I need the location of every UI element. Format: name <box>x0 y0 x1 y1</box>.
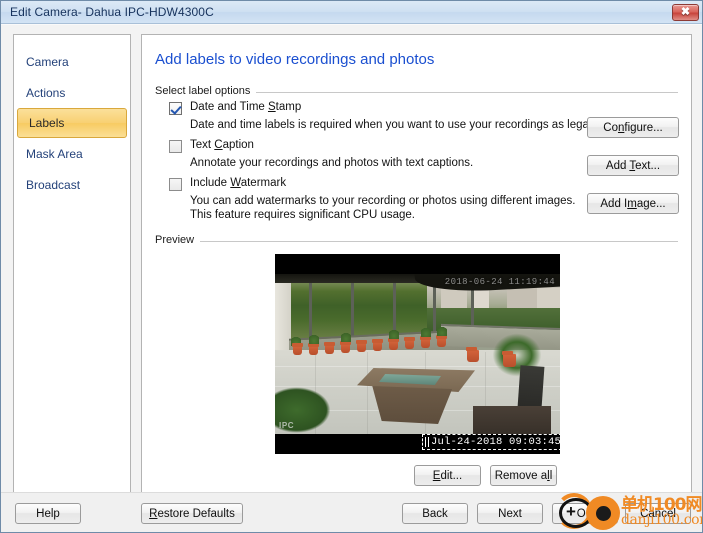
add-image-button-label: Add Image... <box>600 197 666 210</box>
options-group-divider <box>234 92 678 93</box>
back-button-label: Back <box>422 507 448 520</box>
potted-plant <box>437 326 447 336</box>
sidebar-item-label: Actions <box>26 85 66 100</box>
preview-group-label: Preview <box>155 234 201 246</box>
sidebar-item-camera[interactable]: Camera <box>15 46 129 77</box>
flower-pot <box>420 336 431 348</box>
cancel-button-label: Cancel <box>640 507 676 520</box>
flower-pot <box>292 343 303 355</box>
flower-pot <box>356 340 367 352</box>
preview-group-divider <box>200 241 678 242</box>
building-4 <box>537 288 560 308</box>
next-button[interactable]: Next <box>477 503 543 524</box>
edit-button[interactable]: Edit... <box>414 465 481 486</box>
footer-bar: Help Restore Defaults Back Next OK Cance… <box>1 492 702 532</box>
sidebar-item-labels[interactable]: Labels <box>17 108 127 138</box>
flower-pot <box>324 342 335 354</box>
ok-button-label: OK <box>576 507 594 520</box>
flower-pot <box>372 339 383 351</box>
potted-plant <box>421 327 431 337</box>
patio-chair <box>517 365 545 409</box>
configure-button-label: Configure... <box>603 121 663 134</box>
cancel-button[interactable]: Cancel <box>625 503 691 524</box>
include-watermark-description-1: You can add watermarks to your recording… <box>190 195 576 207</box>
video-scene: 2018-06-24 11:19:44 IPC <box>275 274 560 434</box>
text-caption-label: Text Caption <box>190 139 254 151</box>
date-time-stamp-description: Date and time labels is required when yo… <box>190 119 625 131</box>
add-text-button-label: Add Text... <box>605 159 661 172</box>
include-watermark-label: Include Watermark <box>190 177 287 189</box>
remove-all-button[interactable]: Remove all <box>490 465 557 486</box>
back-button[interactable]: Back <box>402 503 468 524</box>
help-button[interactable]: Help <box>15 503 81 524</box>
page-title: Add labels to video recordings and photo… <box>155 51 435 68</box>
ok-button[interactable]: OK <box>552 503 618 524</box>
add-image-button[interactable]: Add Image... <box>587 193 679 214</box>
flower-pot <box>502 351 516 367</box>
remove-all-button-label: Remove all <box>494 469 553 482</box>
camera-osd-name: IPC <box>279 421 295 430</box>
date-time-stamp-overlay[interactable]: Jul-24-2018 09:03:45 <box>422 434 560 450</box>
flower-pot <box>466 347 479 362</box>
flower-pot <box>340 341 351 353</box>
sidebar-item-label: Camera <box>26 54 69 69</box>
configure-button[interactable]: Configure... <box>587 117 679 138</box>
potted-plant <box>389 329 399 339</box>
restore-defaults-button[interactable]: Restore Defaults <box>141 503 243 524</box>
camera-osd-timestamp: 2018-06-24 11:19:44 <box>444 277 555 287</box>
sidebar-item-actions[interactable]: Actions <box>15 77 129 108</box>
potted-plant <box>341 332 351 342</box>
include-watermark-checkbox[interactable] <box>169 178 182 191</box>
add-text-button[interactable]: Add Text... <box>587 155 679 176</box>
potted-plant <box>309 334 319 344</box>
options-group-label: Select label options <box>155 85 257 97</box>
sidebar-item-mask-area[interactable]: Mask Area <box>15 138 129 169</box>
sidebar-item-label: Mask Area <box>26 146 83 161</box>
title-bar: Edit Camera- Dahua IPC-HDW4300C ✖ <box>1 1 702 24</box>
next-button-label: Next <box>498 507 522 520</box>
sidebar: Camera Actions Labels Mask Area Broadcas… <box>13 34 131 493</box>
close-button[interactable]: ✖ <box>672 4 699 21</box>
flower-pot <box>436 335 447 347</box>
include-watermark-description-2: This feature requires significant CPU us… <box>190 209 415 221</box>
sidebar-item-label: Broadcast <box>26 177 81 192</box>
patio-sofa <box>473 406 551 434</box>
close-icon: ✖ <box>680 6 691 18</box>
window-title: Edit Camera- Dahua IPC-HDW4300C <box>10 5 214 19</box>
preview-video[interactable]: 2018-06-24 11:19:44 IPC Jul-24-2018 09:0… <box>275 254 560 454</box>
edit-button-label: Edit... <box>432 469 463 482</box>
date-time-stamp-checkbox[interactable] <box>169 102 182 115</box>
text-caption-checkbox[interactable] <box>169 140 182 153</box>
restore-defaults-button-label: Restore Defaults <box>149 507 235 520</box>
sidebar-item-label: Labels <box>29 116 65 130</box>
text-caption-description: Annotate your recordings and photos with… <box>190 157 474 169</box>
edit-camera-dialog: Edit Camera- Dahua IPC-HDW4300C ✖ Camera… <box>0 0 703 533</box>
main-pane: Add labels to video recordings and photo… <box>141 34 692 493</box>
sidebar-item-broadcast[interactable]: Broadcast <box>15 169 129 200</box>
date-time-stamp-label: Date and Time Stamp <box>190 101 302 113</box>
help-button-label: Help <box>36 507 60 520</box>
flower-pot <box>388 338 399 350</box>
floor-grout-line <box>367 352 368 434</box>
flower-pot <box>404 337 415 349</box>
flower-pot <box>308 343 319 355</box>
dialog-content: Camera Actions Labels Mask Area Broadcas… <box>1 24 702 493</box>
